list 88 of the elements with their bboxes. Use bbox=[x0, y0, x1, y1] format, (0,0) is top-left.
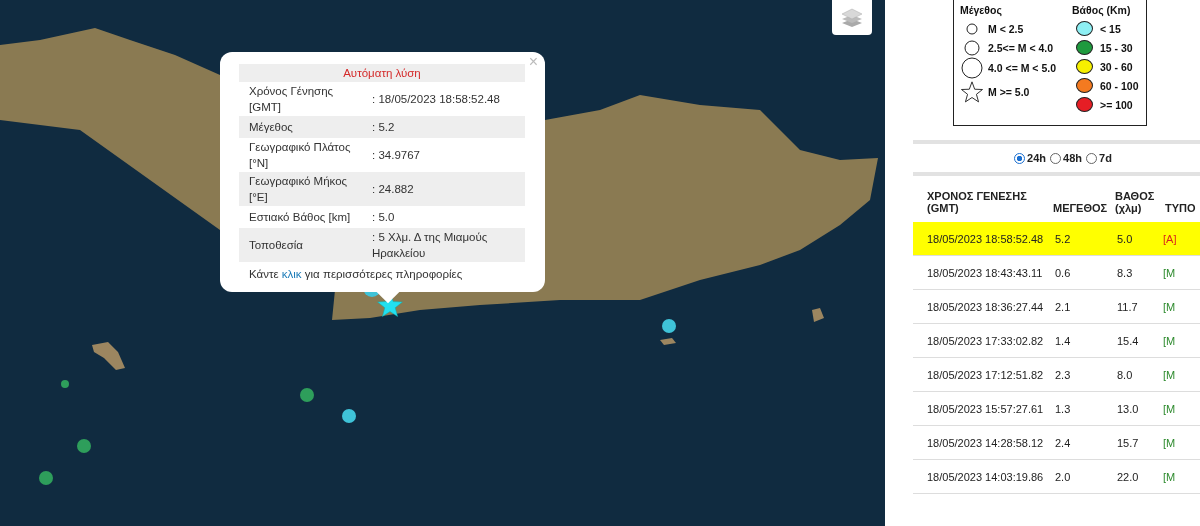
legend-label: 15 - 30 bbox=[1100, 41, 1133, 54]
table-cell-text: 18/05/2023 17:33:02.82 bbox=[927, 334, 1045, 347]
field-label: Εστιακό Βάθος [km] bbox=[249, 210, 352, 225]
legend-title: Βάθος (Km) bbox=[1072, 4, 1132, 16]
table-row[interactable]: 18/05/2023 18:58:52.48 5.2 5.0 [A] bbox=[913, 222, 1200, 256]
legend-label: M < 2.5 bbox=[988, 22, 1024, 35]
table-row[interactable]: 18/05/2023 18:43:43.11 0.6 8.3 [M bbox=[913, 256, 1200, 290]
field-value: : 5 Χλμ. Δ της Μιαμούς Ηρακλείου bbox=[372, 230, 489, 261]
table-cell-text: 0.6 bbox=[1054, 266, 1072, 279]
table-cell-text: 15.7 bbox=[1116, 436, 1140, 449]
field-label: Γεωγραφικό Πλάτος [°N] bbox=[249, 140, 352, 171]
period-radio[interactable]: 7d bbox=[1086, 152, 1112, 164]
field-label: Μέγεθος bbox=[249, 120, 294, 135]
legend-label: 4.0 <= M < 5.0 bbox=[988, 62, 1056, 74]
table-cell-text: 18/05/2023 17:12:51.82 bbox=[927, 368, 1045, 381]
table-cell-text: 22.0 bbox=[1116, 470, 1140, 483]
table-cell-text: 2.4 bbox=[1054, 436, 1072, 449]
legend-label: 60 - 100 bbox=[1100, 79, 1139, 92]
table-cell-text: 18/05/2023 14:28:58.12 bbox=[927, 436, 1045, 449]
column-header: ΤΥΠΟ bbox=[1165, 202, 1196, 214]
table-cell: [M bbox=[1163, 436, 1176, 449]
field-value: : 18/05/2023 18:58:52.48 bbox=[372, 92, 501, 107]
popup-title: Αυτόματη λύση bbox=[239, 64, 525, 82]
table-cell-text: 2.0 bbox=[1054, 470, 1072, 483]
table-cell-text: 5.2 bbox=[1054, 232, 1072, 245]
more-info-link[interactable]: κλικ bbox=[281, 268, 302, 280]
table-cell-text: 1.4 bbox=[1054, 334, 1072, 347]
table-cell-text: 18/05/2023 18:58:52.48 bbox=[927, 232, 1045, 245]
table-row[interactable]: 18/05/2023 14:28:58.12 2.4 15.7 [M bbox=[913, 426, 1200, 460]
circle-icon bbox=[964, 39, 980, 56]
field-value: : 24.882 bbox=[372, 182, 415, 197]
table-cell-text: 18/05/2023 15:57:27.61 bbox=[927, 402, 1045, 415]
table-cell-text: 11.7 bbox=[1116, 300, 1139, 313]
legend-label: < 15 bbox=[1100, 22, 1121, 35]
table-cell: [M bbox=[1163, 334, 1176, 347]
table-cell: [M bbox=[1163, 470, 1176, 483]
islet-drawing bbox=[812, 308, 824, 322]
table-cell-text: 1.3 bbox=[1054, 402, 1072, 415]
field-label: Χρόνος Γένησης [GMT] bbox=[249, 84, 335, 115]
table-cell-text: 18/05/2023 18:36:27.44 bbox=[927, 300, 1045, 313]
table-cell-text: 5.0 bbox=[1116, 232, 1134, 245]
table-cell-text: 8.3 bbox=[1116, 266, 1134, 279]
table-cell-text: 2.1 bbox=[1054, 300, 1072, 313]
table-cell-text: 13.0 bbox=[1116, 402, 1140, 415]
table-cell: [M bbox=[1163, 368, 1176, 381]
earthquake-marker[interactable] bbox=[300, 388, 314, 402]
satellite-map[interactable] bbox=[0, 0, 885, 526]
table-row[interactable]: 18/05/2023 17:33:02.82 1.4 15.4 [M bbox=[913, 324, 1200, 358]
table-row[interactable]: 18/05/2023 15:57:27.61 1.3 13.0 [M bbox=[913, 392, 1200, 426]
table-row[interactable]: 18/05/2023 18:36:27.44 2.1 11.7 [M bbox=[913, 290, 1200, 324]
column-header: ΜΕΓΕΘΟΣ bbox=[1053, 202, 1109, 214]
legend-label: 30 - 60 bbox=[1100, 60, 1133, 73]
table-row[interactable]: 18/05/2023 14:03:19.86 2.0 22.0 [M bbox=[913, 460, 1200, 494]
field-label: Γεωγραφικό Μήκος [°E] bbox=[249, 174, 349, 205]
table-cell: [A] bbox=[1163, 232, 1177, 245]
column-header: ΧΡΟΝΟΣ ΓΕΝΕΣΗΣ (GMT) bbox=[927, 190, 1027, 214]
table-cell: [M bbox=[1163, 300, 1176, 313]
field-value: : 5.2 bbox=[372, 120, 396, 135]
table-cell-text: 15.4 bbox=[1116, 334, 1140, 347]
table-cell-text: 2.3 bbox=[1054, 368, 1072, 381]
field-label: Τοποθεσία bbox=[249, 238, 304, 253]
earthquake-marker[interactable] bbox=[662, 319, 676, 333]
earthquake-marker[interactable] bbox=[61, 380, 69, 388]
circle-icon bbox=[961, 57, 983, 79]
islet-drawing bbox=[660, 338, 676, 345]
legend-title: Μέγεθος bbox=[960, 4, 1003, 16]
table-cell: [M bbox=[1163, 266, 1176, 279]
islet-drawing bbox=[92, 342, 125, 370]
column-header: ΒΑΘΟΣ (χλμ) bbox=[1115, 190, 1156, 214]
table-cell-text: 18/05/2023 14:03:19.86 bbox=[927, 470, 1045, 483]
earthquake-marker[interactable] bbox=[77, 439, 91, 453]
table-cell-text: 8.0 bbox=[1116, 368, 1134, 381]
legend-label: >= 100 bbox=[1100, 98, 1133, 111]
circle-icon bbox=[966, 22, 978, 35]
period-radio[interactable]: 48h bbox=[1050, 152, 1083, 164]
star-icon bbox=[960, 79, 984, 105]
layers-icon bbox=[841, 6, 863, 29]
table-cell: [M bbox=[1163, 402, 1176, 415]
legend-label: 2.5<= M < 4.0 bbox=[988, 41, 1054, 54]
legend-label: M >= 5.0 bbox=[988, 86, 1030, 98]
table-cell-text: 18/05/2023 18:43:43.11 bbox=[927, 266, 1044, 279]
earthquake-marker[interactable] bbox=[39, 471, 53, 485]
period-radio[interactable]: 24h bbox=[1014, 152, 1047, 164]
table-row[interactable]: 18/05/2023 17:12:51.82 2.3 8.0 [M bbox=[913, 358, 1200, 392]
earthquake-marker[interactable] bbox=[342, 409, 356, 423]
field-value: : 5.0 bbox=[372, 210, 396, 225]
field-value: : 34.9767 bbox=[372, 148, 421, 163]
more-info-text: Κάντε κλικ για περισσότερες πληροφορίες bbox=[249, 267, 464, 282]
